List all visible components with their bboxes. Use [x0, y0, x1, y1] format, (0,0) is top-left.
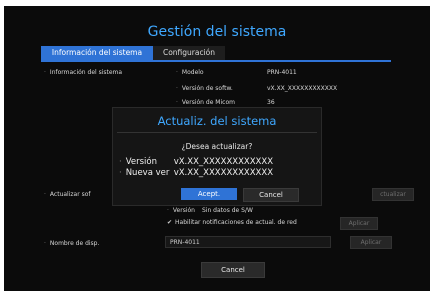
tab-system-info[interactable]: Información del sistema — [41, 46, 153, 60]
bullet-icon: · — [44, 240, 46, 247]
micom-version-value: 36 — [267, 99, 275, 106]
bullet-icon: · — [44, 69, 46, 76]
dialog-cancel-button[interactable]: Cancel — [243, 188, 299, 202]
network-update-notify-row[interactable]: ✔ Habilitar notificaciones de actual. de … — [167, 219, 297, 226]
dialog-version-row: · Versión vX.XX_XXXXXXXXXXXX — [119, 157, 274, 167]
bullet-icon: · — [176, 99, 178, 106]
page-title: Gestión del sistema — [147, 24, 287, 40]
dialog-new-version-row: · Nueva ver vX.XX_XXXXXXXXXXXX — [119, 168, 274, 178]
model-label: · Modelo — [176, 69, 204, 76]
software-version-value: vX.XX_XXXXXXXXXXXX — [267, 85, 338, 92]
system-info-section-label: · Información del sistema — [44, 69, 123, 76]
tab-underline — [41, 60, 391, 62]
update-version-value: Sin datos de S/W — [202, 207, 253, 214]
cancel-button[interactable]: Cancel — [201, 262, 265, 278]
accept-button[interactable]: Acept. — [181, 188, 237, 200]
bullet-icon: · — [44, 191, 46, 198]
notify-apply-button[interactable]: Aplicar — [340, 217, 378, 230]
bullet-icon: · — [167, 207, 169, 214]
device-name-input[interactable]: PRN-4011 — [165, 236, 331, 248]
update-version-row: · Versión Sin datos de S/W — [167, 207, 253, 214]
system-management-window: Gestión del sistema Información del sist… — [4, 6, 430, 291]
dialog-title: Actualiz. del sistema — [157, 114, 277, 128]
update-confirm-dialog: Actualiz. del sistema ¿Desea actualizar?… — [112, 107, 322, 206]
bullet-icon: · — [119, 157, 122, 167]
bullet-icon: · — [176, 69, 178, 76]
dialog-new-version-value: vX.XX_XXXXXXXXXXXX — [173, 168, 274, 178]
device-name-apply-button[interactable]: Aplicar — [350, 236, 392, 249]
tab-configuration[interactable]: Configuración — [153, 46, 225, 60]
micom-version-label: · Versión de Micom — [176, 99, 235, 106]
model-value: PRN-4011 — [267, 69, 297, 76]
bullet-icon: · — [176, 85, 178, 92]
software-update-section-label: · Actualizar sof — [44, 191, 91, 198]
dialog-version-value: vX.XX_XXXXXXXXXXXX — [173, 157, 274, 167]
dialog-question: ¿Desea actualizar? — [181, 142, 253, 151]
bullet-icon: · — [119, 168, 122, 178]
checkmark-icon[interactable]: ✔ — [167, 219, 172, 226]
device-name-label: · Nombre de disp. — [44, 240, 100, 247]
dialog-divider — [117, 132, 317, 133]
update-button[interactable]: ctualizar — [372, 188, 414, 201]
software-version-label: · Versión de softw. — [176, 85, 233, 92]
